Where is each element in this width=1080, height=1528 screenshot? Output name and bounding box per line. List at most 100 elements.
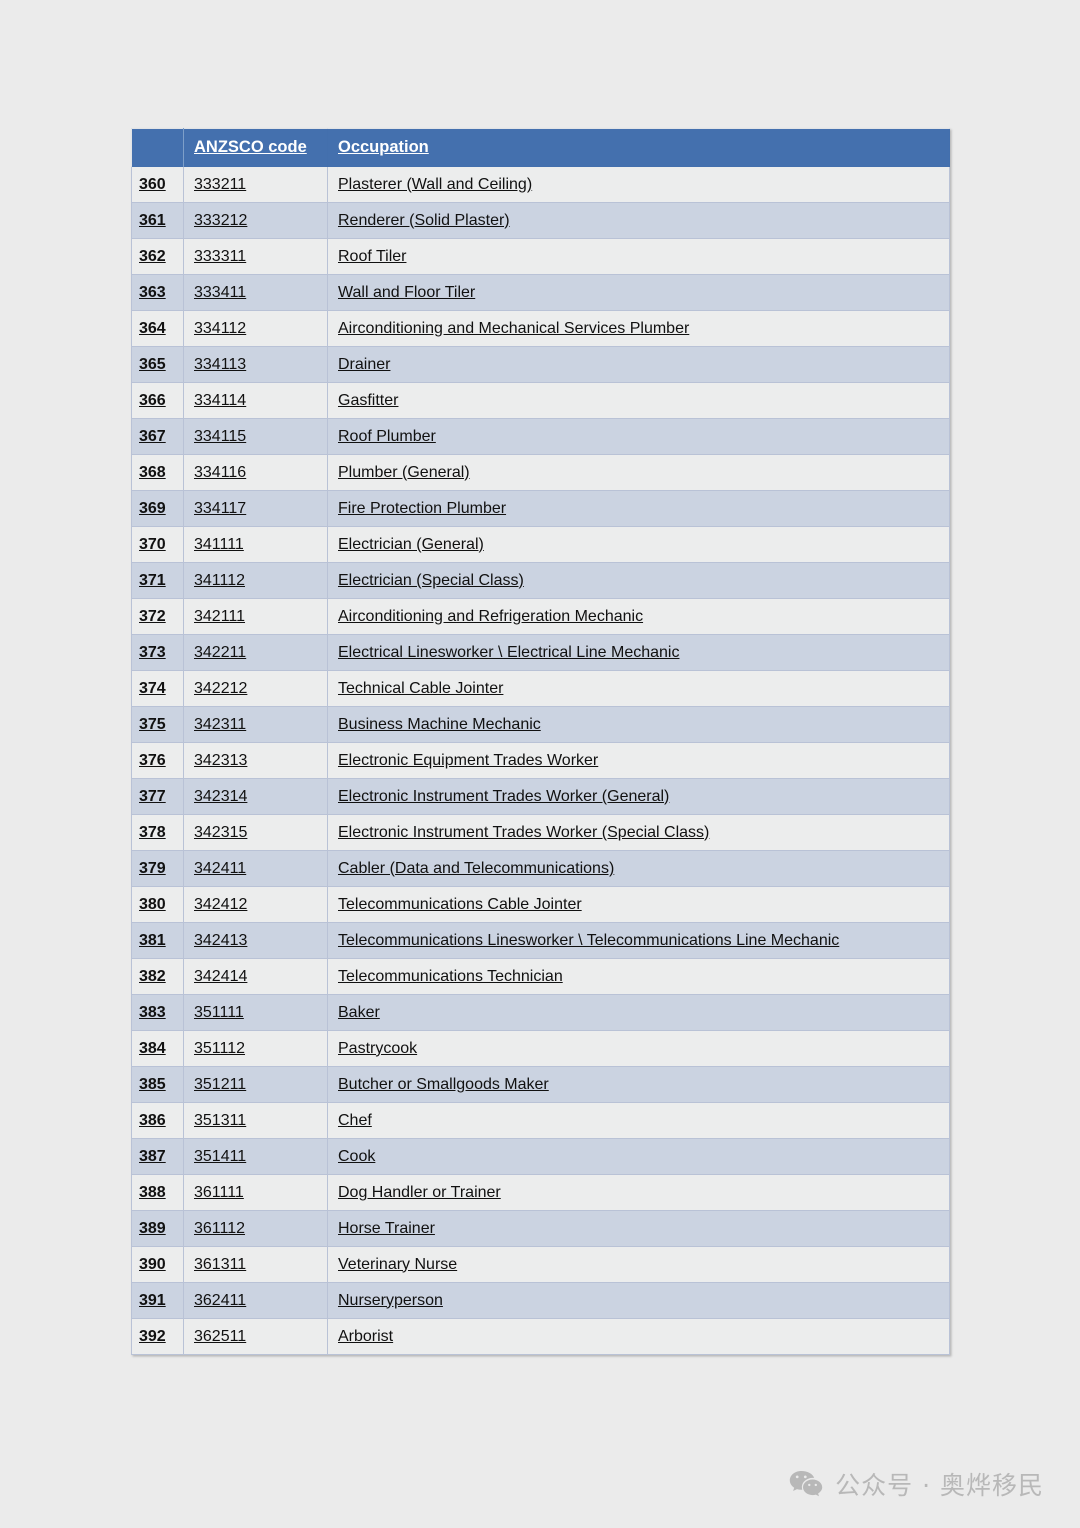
anzsco-code-cell[interactable]: 334117	[183, 490, 328, 527]
table-row[interactable]: 383 351111 Baker	[131, 994, 950, 1031]
table-row[interactable]: 384 351112 Pastrycook	[131, 1030, 950, 1067]
table-row[interactable]: 390 361311 Veterinary Nurse	[131, 1246, 950, 1283]
occupation-cell[interactable]: Dog Handler or Trainer	[327, 1174, 950, 1211]
table-row[interactable]: 362 333311 Roof Tiler	[131, 238, 950, 275]
anzsco-code-cell[interactable]: 361311	[183, 1246, 328, 1283]
anzsco-code-cell[interactable]: 342413	[183, 922, 328, 959]
anzsco-code-cell[interactable]: 351112	[183, 1030, 328, 1067]
column-header-occupation[interactable]: Occupation	[327, 128, 950, 167]
anzsco-code-cell[interactable]: 334113	[183, 346, 328, 383]
occupation-cell[interactable]: Fire Protection Plumber	[327, 490, 950, 527]
anzsco-code-cell[interactable]: 342314	[183, 778, 328, 815]
table-row[interactable]: 374 342212 Technical Cable Jointer	[131, 670, 950, 707]
table-row[interactable]: 377 342314 Electronic Instrument Trades Wo…	[131, 778, 950, 815]
table-row[interactable]: 392 362511 Arborist	[131, 1318, 950, 1355]
table-row[interactable]: 361 333212 Renderer (Solid Plaster)	[131, 202, 950, 239]
anzsco-code-cell[interactable]: 342212	[183, 670, 328, 707]
occupation-cell[interactable]: Baker	[327, 994, 950, 1031]
occupation-cell[interactable]: Electronic Equipment Trades Worker	[327, 742, 950, 779]
anzsco-code-cell[interactable]: 351411	[183, 1138, 328, 1175]
table-row[interactable]: 372 342111 Airconditioning and Refrigerati…	[131, 598, 950, 635]
anzsco-code-cell[interactable]: 333311	[183, 238, 328, 275]
table-row[interactable]: 382 342414 Telecommunications Technician	[131, 958, 950, 995]
anzsco-code-cell[interactable]: 342211	[183, 634, 328, 671]
anzsco-code-cell[interactable]: 362411	[183, 1282, 328, 1319]
table-row[interactable]: 371 341112 Electrician (Special Class)	[131, 562, 950, 599]
table-row[interactable]: 375 342311 Business Machine Mechanic	[131, 706, 950, 743]
column-header-anzsco-code[interactable]: ANZSCO code	[183, 128, 328, 167]
anzsco-code-cell[interactable]: 341112	[183, 562, 328, 599]
occupation-cell[interactable]: Roof Tiler	[327, 238, 950, 275]
anzsco-code-cell[interactable]: 334115	[183, 418, 328, 455]
occupation-cell[interactable]: Horse Trainer	[327, 1210, 950, 1247]
anzsco-code-cell[interactable]: 333211	[183, 166, 328, 203]
anzsco-code-cell[interactable]: 361111	[183, 1174, 328, 1211]
occupation-cell[interactable]: Wall and Floor Tiler	[327, 274, 950, 311]
occupation-cell[interactable]: Nurseryperson	[327, 1282, 950, 1319]
occupation-cell[interactable]: Airconditioning and Refrigeration Mechan…	[327, 598, 950, 635]
occupation-cell[interactable]: Electrical Linesworker \ Electrical Line…	[327, 634, 950, 671]
occupation-cell[interactable]: Cook	[327, 1138, 950, 1175]
anzsco-code-cell[interactable]: 334114	[183, 382, 328, 419]
occupation-cell[interactable]: Renderer (Solid Plaster)	[327, 202, 950, 239]
table-row[interactable]: 378 342315 Electronic Instrument Trades Wo…	[131, 814, 950, 851]
table-row[interactable]: 365 334113 Drainer	[131, 346, 950, 383]
occupation-cell[interactable]: Telecommunications Linesworker \ Telecom…	[327, 922, 950, 959]
table-row[interactable]: 364 334112 Airconditioning and Mechanical …	[131, 310, 950, 347]
anzsco-code-cell[interactable]: 334116	[183, 454, 328, 491]
table-row[interactable]: 363 333411 Wall and Floor Tiler	[131, 274, 950, 311]
anzsco-code-cell[interactable]: 333411	[183, 274, 328, 311]
anzsco-code-cell[interactable]: 342315	[183, 814, 328, 851]
table-row[interactable]: 381 342413 Telecommunications Linesworker …	[131, 922, 950, 959]
table-row[interactable]: 368 334116 Plumber (General)	[131, 454, 950, 491]
anzsco-code-cell[interactable]: 362511	[183, 1318, 328, 1355]
anzsco-code-cell[interactable]: 351311	[183, 1102, 328, 1139]
table-row[interactable]: 376 342313 Electronic Equipment Trades Wor…	[131, 742, 950, 779]
table-row[interactable]: 386 351311 Chef	[131, 1102, 950, 1139]
occupation-cell[interactable]: Telecommunications Technician	[327, 958, 950, 995]
table-row[interactable]: 366 334114 Gasfitter	[131, 382, 950, 419]
anzsco-code-cell[interactable]: 334112	[183, 310, 328, 347]
occupation-cell[interactable]: Arborist	[327, 1318, 950, 1355]
occupation-cell[interactable]: Electronic Instrument Trades Worker (Spe…	[327, 814, 950, 851]
occupation-cell[interactable]: Plasterer (Wall and Ceiling)	[327, 166, 950, 203]
occupation-cell[interactable]: Electrician (General)	[327, 526, 950, 563]
table-row[interactable]: 385 351211 Butcher or Smallgoods Maker	[131, 1066, 950, 1103]
anzsco-code-cell[interactable]: 351211	[183, 1066, 328, 1103]
table-row[interactable]: 369 334117 Fire Protection Plumber	[131, 490, 950, 527]
table-row[interactable]: 370 341111 Electrician (General)	[131, 526, 950, 563]
table-row[interactable]: 391 362411 Nurseryperson	[131, 1282, 950, 1319]
occupation-cell[interactable]: Veterinary Nurse	[327, 1246, 950, 1283]
occupation-cell[interactable]: Butcher or Smallgoods Maker	[327, 1066, 950, 1103]
occupation-cell[interactable]: Business Machine Mechanic	[327, 706, 950, 743]
occupation-cell[interactable]: Telecommunications Cable Jointer	[327, 886, 950, 923]
occupation-cell[interactable]: Pastrycook	[327, 1030, 950, 1067]
anzsco-code-cell[interactable]: 351111	[183, 994, 328, 1031]
table-row[interactable]: 389 361112 Horse Trainer	[131, 1210, 950, 1247]
table-row[interactable]: 360 333211 Plasterer (Wall and Ceiling)	[131, 166, 950, 203]
anzsco-code-cell[interactable]: 341111	[183, 526, 328, 563]
table-row[interactable]: 380 342412 Telecommunications Cable Jointe…	[131, 886, 950, 923]
table-row[interactable]: 367 334115 Roof Plumber	[131, 418, 950, 455]
anzsco-code-cell[interactable]: 342412	[183, 886, 328, 923]
anzsco-code-cell[interactable]: 361112	[183, 1210, 328, 1247]
occupation-cell[interactable]: Airconditioning and Mechanical Services …	[327, 310, 950, 347]
occupation-cell[interactable]: Plumber (General)	[327, 454, 950, 491]
anzsco-code-cell[interactable]: 342111	[183, 598, 328, 635]
anzsco-code-cell[interactable]: 342311	[183, 706, 328, 743]
table-row[interactable]: 373 342211 Electrical Linesworker \ Electr…	[131, 634, 950, 671]
table-row[interactable]: 387 351411 Cook	[131, 1138, 950, 1175]
anzsco-code-cell[interactable]: 342411	[183, 850, 328, 887]
anzsco-code-cell[interactable]: 342414	[183, 958, 328, 995]
table-row[interactable]: 379 342411 Cabler (Data and Telecommunicat…	[131, 850, 950, 887]
occupation-cell[interactable]: Roof Plumber	[327, 418, 950, 455]
anzsco-code-cell[interactable]: 342313	[183, 742, 328, 779]
occupation-cell[interactable]: Electrician (Special Class)	[327, 562, 950, 599]
occupation-cell[interactable]: Electronic Instrument Trades Worker (Gen…	[327, 778, 950, 815]
anzsco-code-cell[interactable]: 333212	[183, 202, 328, 239]
occupation-cell[interactable]: Technical Cable Jointer	[327, 670, 950, 707]
occupation-cell[interactable]: Drainer	[327, 346, 950, 383]
occupation-cell[interactable]: Cabler (Data and Telecommunications)	[327, 850, 950, 887]
occupation-cell[interactable]: Chef	[327, 1102, 950, 1139]
occupation-cell[interactable]: Gasfitter	[327, 382, 950, 419]
